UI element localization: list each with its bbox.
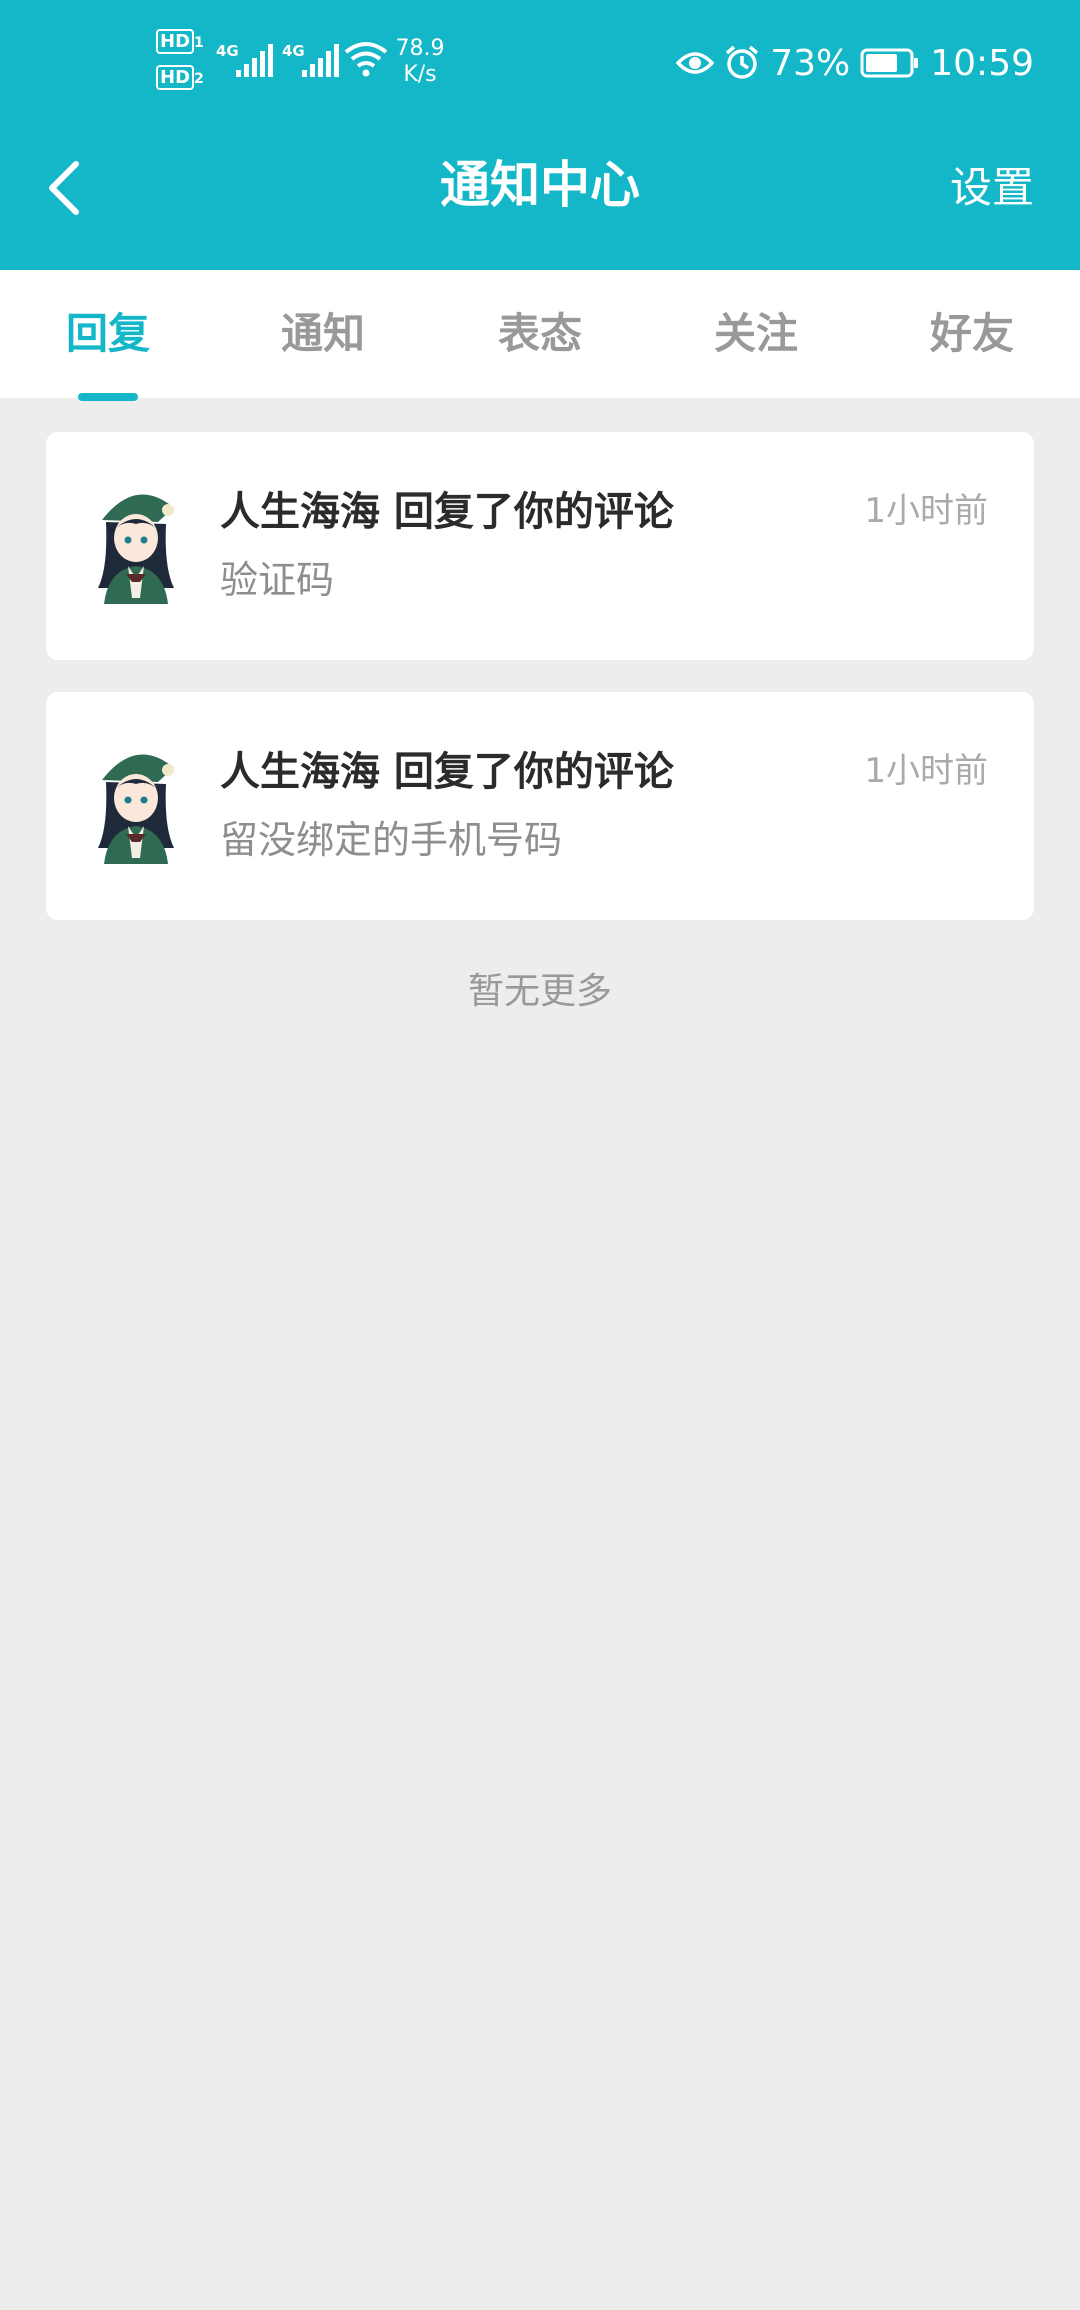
status-bar: HD 1 HD 2 4G 4G 78.9 K/s 73% 10:59 [0, 0, 1080, 120]
tab-friends[interactable]: 好友 [902, 306, 1042, 362]
eye-comfort-icon [676, 52, 715, 74]
clock-time: 10:59 [930, 42, 1034, 84]
sim2-hd-indicator: HD 2 [156, 65, 204, 90]
no-more-label: 暂无更多 [467, 971, 612, 1012]
avatar[interactable] [88, 478, 184, 604]
notification-title: 人生海海 回复了你的评论 [220, 749, 674, 795]
notification-content: 留没绑定的手机号码 [220, 818, 563, 862]
tab-reactions[interactable]: 表态 [470, 306, 610, 362]
avatar[interactable] [88, 738, 184, 864]
sim1-hd-indicator: HD 1 [156, 29, 204, 54]
notification-card[interactable]: 人生海海 回复了你的评论 1小时前 验证码 [46, 432, 1034, 660]
notification-card[interactable]: 人生海海 回复了你的评论 1小时前 留没绑定的手机号码 [46, 692, 1034, 920]
battery-percent: 73% [770, 42, 851, 84]
notification-title: 人生海海 回复了你的评论 [220, 489, 674, 535]
active-tab-indicator [78, 393, 138, 401]
tab-bar: 回复 通知 表态 关注 好友 [0, 270, 1080, 398]
tab-notifications[interactable]: 通知 [253, 306, 393, 362]
notification-time: 1小时前 [864, 491, 988, 531]
notification-content: 验证码 [220, 558, 335, 602]
notification-time: 1小时前 [864, 751, 988, 791]
battery-icon [860, 48, 919, 78]
settings-button[interactable]: 设置 [950, 158, 1034, 218]
network-speed: 78.9 K/s [395, 36, 445, 87]
alarm-icon [726, 45, 759, 79]
page-title: 通知中心 [440, 156, 640, 214]
tab-replies[interactable]: 回复 [38, 306, 178, 362]
wifi-icon [344, 42, 388, 77]
app-header: HD 1 HD 2 4G 4G 78.9 K/s 73% 10:59 通知中心 … [0, 0, 1080, 270]
tab-follows[interactable]: 关注 [686, 306, 826, 362]
status-right-group: 73% 10:59 [676, 38, 1034, 88]
